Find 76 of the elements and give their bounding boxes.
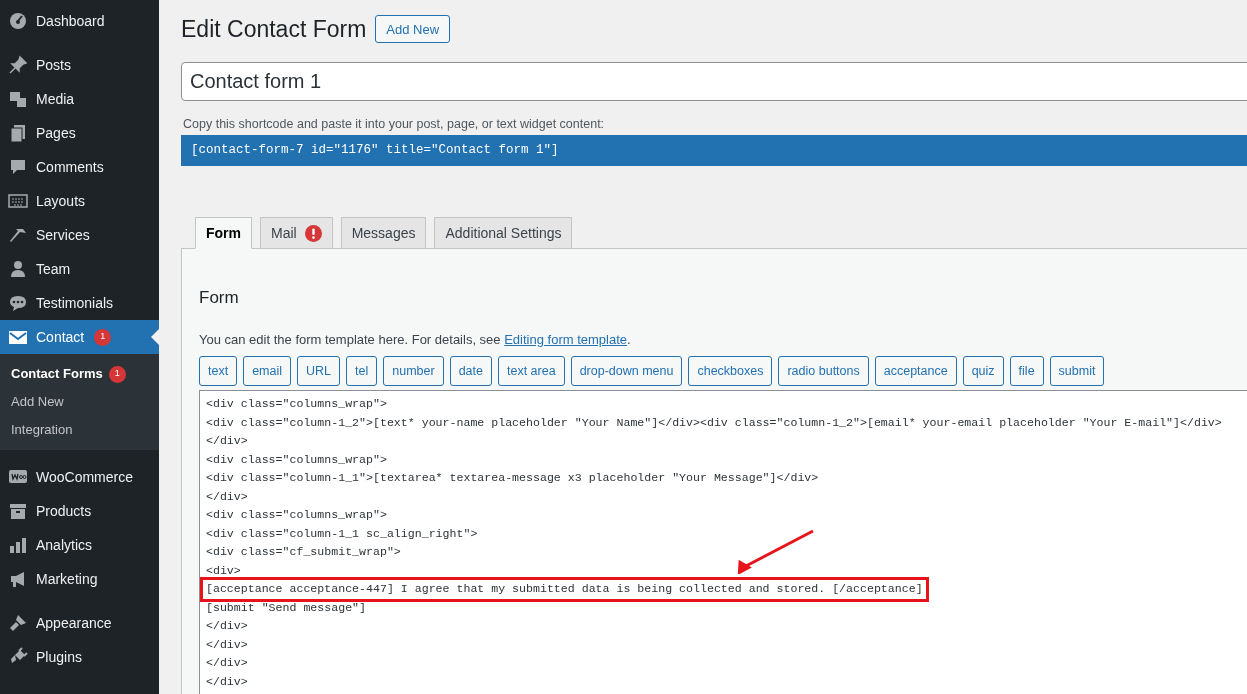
- tag-generator-button[interactable]: file: [1009, 356, 1044, 387]
- speech-bubble-icon: [8, 157, 28, 177]
- code-line: </div>: [206, 673, 248, 690]
- tab[interactable]: Form: [195, 217, 252, 250]
- sidebar-item[interactable]: WooCommerce: [0, 460, 159, 494]
- pin-icon: [8, 55, 28, 75]
- sidebar-item[interactable]: Dashboard: [0, 4, 159, 38]
- keyboard-icon: [8, 191, 28, 211]
- current-menu-pointer: [151, 329, 159, 345]
- tag-generator-button[interactable]: number: [383, 356, 444, 387]
- tag-generator-button[interactable]: submit: [1049, 356, 1105, 387]
- page-title: Edit Contact Form: [181, 15, 367, 44]
- code-line: <div class="column-1_1">[textarea* textarea-message x3 placeholder "Your Message"]</div>: [206, 470, 819, 487]
- code-line: <div class="columns_wrap">: [206, 396, 387, 413]
- sidebar-item[interactable]: Posts: [0, 48, 159, 82]
- count-badge: 1: [94, 328, 112, 346]
- tag-generator-button[interactable]: text area: [498, 356, 565, 387]
- sidebar-item[interactable]: Comments: [0, 150, 159, 184]
- sidebar-item[interactable]: Marketing: [0, 562, 159, 596]
- sidebar-item[interactable]: Layouts: [0, 184, 159, 218]
- sidebar-item[interactable]: Team: [0, 252, 159, 286]
- tag-generator-button[interactable]: acceptance: [874, 356, 957, 387]
- tag-generator-button[interactable]: text: [199, 356, 238, 387]
- add-new-button[interactable]: Add New: [375, 15, 451, 44]
- person-icon: [8, 259, 28, 279]
- count-badge: 1: [108, 365, 126, 383]
- tab[interactable]: Mail: [260, 217, 333, 250]
- code-line: </div>: [206, 618, 248, 635]
- bar-chart-icon: [8, 535, 28, 555]
- code-line: </div>: [206, 636, 248, 653]
- tag-generator-button[interactable]: URL: [297, 356, 341, 387]
- code-line: [submit "Send message"]: [206, 599, 367, 616]
- submenu-item[interactable]: Add New: [11, 392, 64, 412]
- sidebar-item[interactable]: Testimonials: [0, 286, 159, 320]
- panel-heading: Form: [199, 287, 240, 310]
- tag-generator-button[interactable]: drop-down menu: [570, 356, 683, 387]
- sidebar-item[interactable]: Pages: [0, 116, 159, 150]
- submenu-item[interactable]: Contact Forms: [11, 364, 103, 384]
- pages-icon: [8, 123, 28, 143]
- code-line: <div class="columns_wrap">: [206, 507, 387, 524]
- form-title-field[interactable]: Contact form 1: [181, 61, 1247, 101]
- shortcode-hint: Copy this shortcode and paste it into your post, page, or text widget content:: [183, 115, 606, 133]
- tab[interactable]: Messages: [340, 217, 427, 250]
- code-line: </div>: [206, 488, 248, 505]
- sidebar-item[interactable]: Media: [0, 82, 159, 116]
- code-line: <div class="column-1_2">[text* your-name placeholder "Your Name"]</div><div class="column-1_2">[email* your-email placeholder "Your E-mail"]</div>: [206, 414, 1222, 431]
- code-line: <div>: [206, 562, 241, 579]
- tab[interactable]: Additional Settings: [434, 217, 573, 250]
- panel-description: You can edit the form template here. For details, see Editing form template.: [199, 330, 632, 349]
- archive-box-icon: [8, 501, 28, 521]
- paintbrush-icon: [8, 613, 28, 633]
- sidebar-item[interactable]: Contact 1: [0, 320, 159, 354]
- media-icon: [8, 89, 28, 109]
- editing-template-link[interactable]: Editing form template: [504, 331, 628, 347]
- code-line: </div>: [206, 433, 248, 450]
- submenu-item[interactable]: Integration: [11, 420, 73, 440]
- tag-generator-button[interactable]: date: [449, 356, 492, 387]
- dashboard-gauge-icon: [8, 11, 28, 31]
- chat-bubble-icon: [8, 293, 28, 313]
- tag-generator-button[interactable]: checkboxes: [688, 356, 773, 387]
- shortcode-field[interactable]: [contact-form-7 id="1176" title="Contact form 1"]: [181, 135, 1247, 167]
- code-line: <div class="column-1_1 sc_align_right">: [206, 525, 478, 542]
- form-template-editor[interactable]: [199, 390, 1247, 694]
- tag-generator-button[interactable]: quiz: [962, 356, 1004, 387]
- tag-generator-button[interactable]: radio buttons: [778, 356, 869, 387]
- sidebar-item[interactable]: Analytics: [0, 528, 159, 562]
- sidebar-item[interactable]: Products: [0, 494, 159, 528]
- sidebar-item[interactable]: Services: [0, 218, 159, 252]
- highlighted-code-line: [acceptance acceptance-447] I agree that my submitted data is being collected and stored. [/acceptance]: [203, 580, 926, 599]
- sidebar-item[interactable]: Appearance: [0, 606, 159, 640]
- tag-generator-button[interactable]: email: [243, 356, 292, 387]
- code-line: <div class="cf_submit_wrap">: [206, 544, 401, 561]
- code-line: <div class="columns_wrap">: [206, 451, 387, 468]
- code-line: </div>: [206, 655, 248, 672]
- sidebar-item[interactable]: Plugins: [0, 640, 159, 674]
- tag-generator-button[interactable]: tel: [346, 356, 378, 387]
